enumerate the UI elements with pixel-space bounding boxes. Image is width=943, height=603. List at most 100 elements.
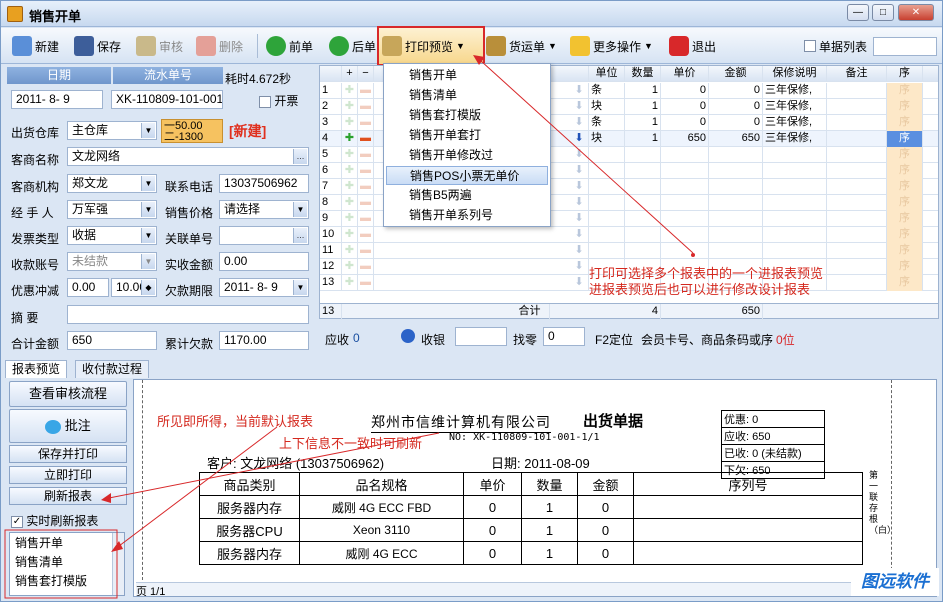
amount-cell[interactable]: 650 <box>709 131 763 147</box>
price-cell[interactable]: 0 <box>661 115 709 131</box>
add-row-icon[interactable]: ✚ <box>342 243 358 259</box>
move-down-icon[interactable]: ⬇ <box>570 243 589 259</box>
add-row-icon[interactable]: ✚ <box>342 227 358 243</box>
save-print-button[interactable]: 保存并打印 <box>9 445 127 463</box>
amount-cell[interactable]: 0 <box>709 83 763 99</box>
print-preview-button[interactable]: 打印预览 ▼ <box>377 26 485 66</box>
list-checkbox[interactable] <box>804 40 816 52</box>
remove-row-icon[interactable]: ▬ <box>358 131 374 147</box>
unit-cell[interactable] <box>589 195 625 211</box>
tab-report-preview[interactable]: 报表预览 <box>5 360 68 378</box>
print-menu-item[interactable]: 销售POS小票无单价 <box>386 166 548 185</box>
add-row-icon[interactable]: ✚ <box>342 83 358 99</box>
remove-row-icon[interactable]: ▬ <box>358 83 374 99</box>
seq-cell[interactable]: 序 <box>887 99 923 115</box>
seq-cell[interactable]: 序 <box>887 275 923 291</box>
discount-rate-field[interactable]: 10.00 ◆ <box>111 278 157 297</box>
prev-button[interactable]: 前单 <box>263 32 316 60</box>
amount-cell[interactable] <box>709 179 763 195</box>
qty-cell[interactable] <box>625 195 661 211</box>
due-date-field[interactable]: 2011- 8- 9 ▼ <box>219 278 309 297</box>
unit-cell[interactable] <box>589 179 625 195</box>
change-field[interactable]: 0 <box>543 327 585 346</box>
amount-cell[interactable] <box>709 195 763 211</box>
seq-cell[interactable]: 序 <box>887 83 923 99</box>
warranty-cell[interactable] <box>763 147 827 163</box>
print-menu-item[interactable]: 销售开单修改过 <box>386 146 548 165</box>
report-item[interactable]: 销售开单 <box>12 534 112 553</box>
amount-cell[interactable]: 0 <box>709 99 763 115</box>
grid-row[interactable]: 11 ✚ ▬ ⬇ 序 <box>320 243 938 259</box>
unit-cell[interactable]: 条 <box>589 83 625 99</box>
list-toggle[interactable]: 单据列表 <box>801 32 870 60</box>
discount-field[interactable]: 0.00 <box>67 278 109 297</box>
price-cell[interactable] <box>661 147 709 163</box>
print-menu-item[interactable]: 销售开单系列号 <box>386 206 548 225</box>
add-row-icon[interactable]: ✚ <box>342 211 358 227</box>
minimize-button[interactable]: — <box>847 4 869 21</box>
invoice-type-select[interactable]: 收据 ▼ <box>67 226 157 245</box>
price-cell[interactable]: 650 <box>661 131 709 147</box>
unit-cell[interactable] <box>589 243 625 259</box>
remove-row-icon[interactable]: ▬ <box>358 163 374 179</box>
print-menu-item[interactable]: 销售清单 <box>386 86 548 105</box>
view-review-flow-button[interactable]: 查看审核流程 <box>9 381 127 407</box>
note-cell[interactable] <box>827 227 887 243</box>
account-select[interactable]: 未结款 ▼ <box>67 252 157 271</box>
amount-cell[interactable] <box>709 163 763 179</box>
cashier-field[interactable] <box>455 327 507 346</box>
refresh-report-button[interactable]: 刷新报表 <box>9 487 127 505</box>
remove-row-icon[interactable]: ▬ <box>358 195 374 211</box>
move-down-icon[interactable]: ⬇ <box>570 147 589 163</box>
grid-row[interactable]: 10 ✚ ▬ ⬇ 序 <box>320 227 938 243</box>
warranty-cell[interactable]: 三年保修, <box>763 99 827 115</box>
move-down-icon[interactable]: ⬇ <box>570 259 589 275</box>
price-cell[interactable] <box>661 227 709 243</box>
report-item[interactable]: 销售套打模版 <box>12 572 112 591</box>
warranty-cell[interactable] <box>763 227 827 243</box>
note-cell[interactable] <box>827 243 887 259</box>
memo-field[interactable] <box>67 305 309 324</box>
invoice-checkbox[interactable] <box>259 95 271 108</box>
next-button[interactable]: 后单 <box>326 32 379 60</box>
add-row-icon[interactable]: ✚ <box>342 275 358 291</box>
amount-cell[interactable] <box>709 147 763 163</box>
shipping-button[interactable]: 货运单 ▼ <box>483 32 560 60</box>
invoice-toggle[interactable]: 开票 <box>259 92 298 109</box>
move-down-icon[interactable]: ⬇ <box>570 163 589 179</box>
unit-cell[interactable]: 条 <box>589 115 625 131</box>
warranty-cell[interactable] <box>763 211 827 227</box>
warranty-cell[interactable]: 三年保修, <box>763 115 827 131</box>
delete-button[interactable]: 删除 <box>193 32 246 60</box>
note-cell[interactable] <box>827 195 887 211</box>
note-cell[interactable] <box>827 131 887 147</box>
comment-button[interactable]: 批注 <box>9 409 127 443</box>
report-item[interactable]: 销售清单 <box>12 553 112 572</box>
org-field[interactable]: 郑文龙 ▼ <box>67 174 157 193</box>
more-button[interactable]: 更多操作 ▼ <box>567 32 656 60</box>
exit-button[interactable]: 退出 <box>666 32 719 60</box>
realtime-checkbox[interactable]: ✓ <box>11 515 23 528</box>
remove-row-icon[interactable]: ▬ <box>358 259 374 275</box>
note-cell[interactable] <box>827 259 887 275</box>
price-cell[interactable] <box>661 163 709 179</box>
add-row-icon[interactable]: ✚ <box>342 195 358 211</box>
seq-cell[interactable]: 序 <box>887 195 923 211</box>
warranty-cell[interactable]: 三年保修, <box>763 131 827 147</box>
note-cell[interactable] <box>827 99 887 115</box>
handler-select[interactable]: 万军强 ▼ <box>67 200 157 219</box>
seq-cell[interactable]: 序 <box>887 243 923 259</box>
warranty-cell[interactable] <box>763 243 827 259</box>
qty-cell[interactable] <box>625 147 661 163</box>
warranty-cell[interactable] <box>763 179 827 195</box>
review-button[interactable]: 审核 <box>133 32 186 60</box>
remove-row-icon[interactable]: ▬ <box>358 243 374 259</box>
remove-row-icon[interactable]: ▬ <box>358 227 374 243</box>
date-field[interactable]: 2011- 8- 9 <box>11 90 103 109</box>
note-cell[interactable] <box>827 163 887 179</box>
price-select[interactable]: 请选择 ▼ <box>219 200 309 219</box>
seq-cell[interactable]: 序 <box>887 211 923 227</box>
price-cell[interactable] <box>661 243 709 259</box>
add-row-icon[interactable]: ✚ <box>342 147 358 163</box>
warranty-cell[interactable]: 三年保修, <box>763 83 827 99</box>
